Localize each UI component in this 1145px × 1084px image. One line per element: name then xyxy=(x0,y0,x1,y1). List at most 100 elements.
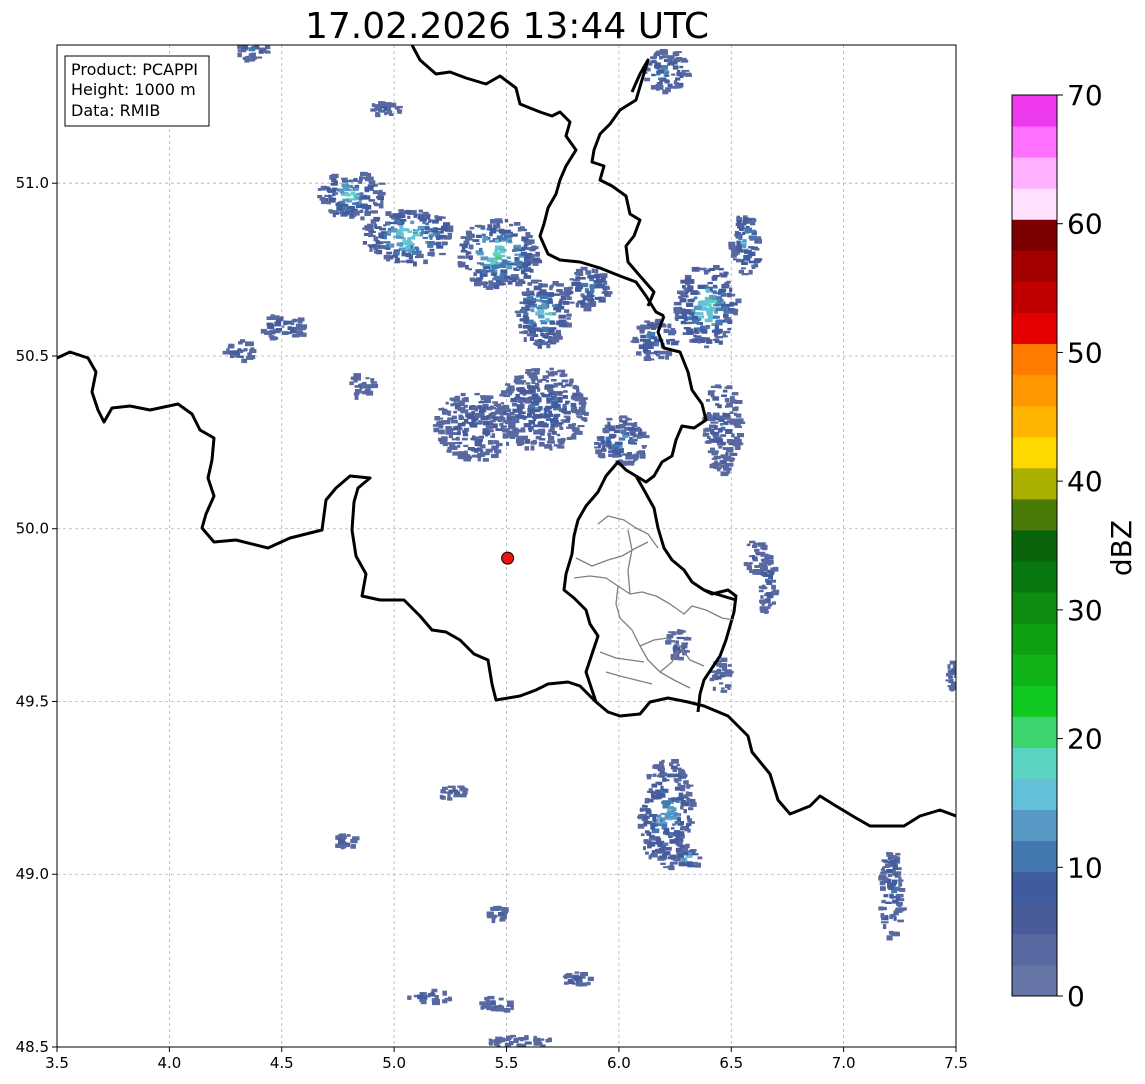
precip-pixel xyxy=(503,1008,511,1013)
colorbar-band xyxy=(1012,654,1057,686)
precip-pixel xyxy=(442,408,448,411)
precip-pixel xyxy=(722,306,728,312)
precip-pixel xyxy=(347,205,355,209)
precip-pixel xyxy=(487,995,495,1000)
precip-pixel xyxy=(447,427,455,431)
precip-pixel xyxy=(761,565,768,571)
precip-pixel xyxy=(480,415,489,421)
precip-pixel xyxy=(341,177,348,181)
precip-pixel xyxy=(541,341,549,346)
precip-pixel xyxy=(450,403,455,407)
precip-pixel xyxy=(584,411,589,416)
precip-pixel xyxy=(670,816,678,820)
precip-pixel xyxy=(513,403,517,406)
precip-pixel xyxy=(461,246,466,251)
precip-pixel xyxy=(499,422,504,427)
x-tick-label: 7.5 xyxy=(944,1054,968,1072)
precip-pixel xyxy=(423,259,428,265)
precip-pixel xyxy=(506,441,510,446)
precip-pixel xyxy=(644,805,648,808)
precip-pixel xyxy=(556,445,565,449)
precip-pixel xyxy=(574,971,580,974)
precip-pixel xyxy=(367,232,374,238)
precip-pixel xyxy=(350,191,356,196)
precip-pixel xyxy=(703,428,710,432)
precip-pixel xyxy=(878,874,887,878)
precip-pixel xyxy=(767,569,771,573)
precip-pixel xyxy=(881,921,889,924)
precip-pixel xyxy=(743,215,748,218)
precip-pixel xyxy=(638,431,643,434)
precip-pixel xyxy=(639,809,643,812)
precip-pixel xyxy=(657,781,663,786)
precip-pixel xyxy=(365,390,374,396)
precip-pixel xyxy=(563,292,570,298)
radar-site-marker[interactable] xyxy=(501,551,515,565)
precip-pixel xyxy=(737,421,746,425)
precip-pixel xyxy=(354,385,362,388)
precip-pixel xyxy=(670,827,675,830)
precip-pixel xyxy=(697,340,701,344)
precip-pixel xyxy=(413,261,417,267)
precip-pixel xyxy=(510,274,519,278)
precip-pixel xyxy=(515,393,520,398)
precip-pixel xyxy=(518,323,522,329)
precip-pixel xyxy=(678,840,682,845)
precip-pixel xyxy=(388,243,394,248)
precip-pixel xyxy=(526,333,534,337)
precip-pixel xyxy=(483,266,490,270)
precip-pixel xyxy=(344,842,350,845)
precip-pixel xyxy=(377,195,384,201)
precip-pixel xyxy=(440,795,446,800)
precip-pixel xyxy=(388,113,394,116)
precip-pixel xyxy=(375,113,381,118)
precip-pixel xyxy=(559,426,564,430)
precip-pixel xyxy=(300,325,306,328)
precip-pixel xyxy=(365,377,370,380)
precip-pixel xyxy=(898,882,903,887)
precip-pixel xyxy=(460,392,466,397)
precip-pixel xyxy=(678,769,682,772)
precip-pixel xyxy=(714,671,721,675)
precip-pixel xyxy=(242,56,250,60)
precip-pixel xyxy=(748,269,753,275)
precip-pixel xyxy=(662,89,669,95)
precip-pixel xyxy=(374,226,382,229)
precip-pixel xyxy=(529,372,535,376)
precip-pixel xyxy=(386,230,392,233)
precip-pixel xyxy=(736,240,741,246)
precip-pixel xyxy=(656,795,662,800)
precip-pixel xyxy=(676,290,684,295)
precip-pixel xyxy=(536,279,542,282)
precip-pixel xyxy=(508,431,513,436)
precip-pixel xyxy=(570,380,574,383)
y-axis-ticks: 48.5 49.0 49.5 50.0 50.5 51.0 xyxy=(16,174,57,1056)
precip-pixel xyxy=(715,320,722,326)
precip-pixel xyxy=(328,194,332,198)
precip-pixel xyxy=(652,814,658,818)
precip-pixel xyxy=(478,435,484,439)
precip-pixel xyxy=(686,784,691,789)
precip-pixel xyxy=(890,896,894,899)
precip-pixel xyxy=(675,316,679,322)
precip-pixel xyxy=(650,824,654,830)
precip-pixel xyxy=(489,227,497,231)
precip-pixel xyxy=(521,236,529,242)
precip-pixel xyxy=(297,317,305,322)
colorbar-tick-label: 0 xyxy=(1067,980,1085,1013)
precip-pixel xyxy=(646,341,655,346)
precip-pixel xyxy=(651,73,656,77)
precip-pixel xyxy=(646,774,653,777)
precip-pixel xyxy=(525,369,533,372)
precip-pixel xyxy=(494,239,499,243)
precip-pixel xyxy=(714,265,720,269)
precip-pixel xyxy=(705,339,713,344)
precip-pixel xyxy=(547,1037,552,1043)
precip-pixel xyxy=(545,405,552,410)
precip-pixel xyxy=(662,800,671,806)
map-area[interactable] xyxy=(57,40,964,1048)
precip-pixel xyxy=(677,636,685,639)
precip-pixel xyxy=(892,899,899,904)
precip-pixel xyxy=(364,204,372,210)
precip-pixel xyxy=(628,461,635,465)
